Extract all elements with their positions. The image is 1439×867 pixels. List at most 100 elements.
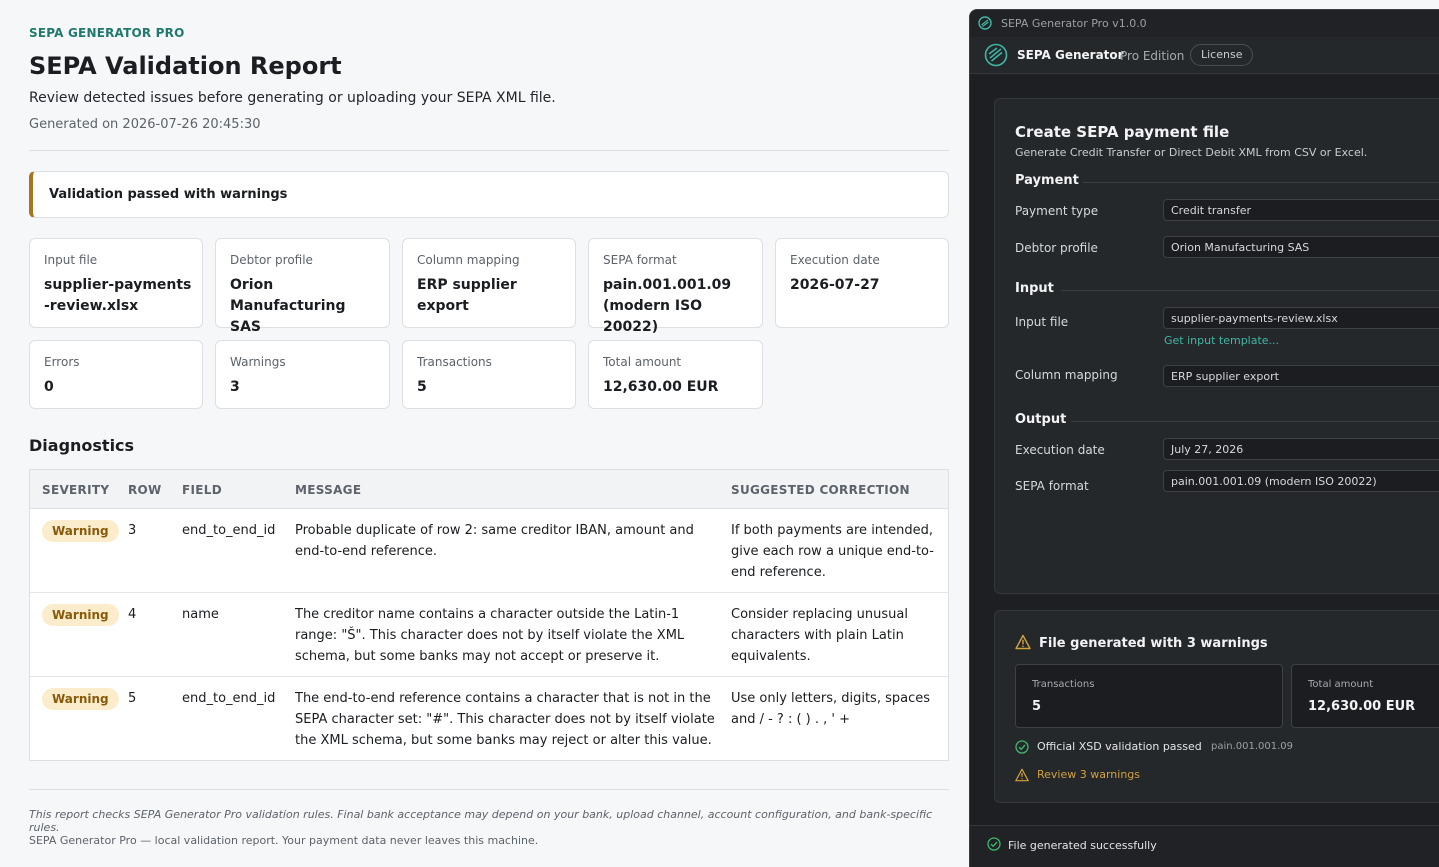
window-titlebar[interactable]: SEPA Generator Pro v1.0.0 xyxy=(970,10,1439,37)
summary-card-sepa-format: SEPA format pain.001.001.09 (modern ISO … xyxy=(588,238,763,335)
execution-date-value: July 27, 2026 xyxy=(1171,443,1244,456)
section-divider xyxy=(1061,290,1439,291)
card-value: 2026-07-27 xyxy=(790,277,880,293)
column-mapping-label: Column mapping xyxy=(1015,368,1118,382)
field-name: end_to_end_id xyxy=(182,691,276,706)
card-label: Transactions xyxy=(417,355,492,369)
table-row: Warning 3 end_to_end_id Probable duplica… xyxy=(30,509,948,593)
card-value: 5 xyxy=(417,379,427,395)
input-file-field[interactable]: supplier-payments-review.xlsx xyxy=(1163,307,1439,329)
severity-badge: Warning xyxy=(42,688,119,710)
card-label: Debtor profile xyxy=(230,253,313,267)
create-payment-panel: Create SEPA payment file Generate Credit… xyxy=(994,98,1439,594)
diagnostics-table: SEVERITY ROW FIELD MESSAGE SUGGESTED COR… xyxy=(29,469,949,761)
status-text: File generated successfully xyxy=(1008,839,1157,852)
summary-card-warnings: Warnings 3 xyxy=(215,340,390,409)
col-field: FIELD xyxy=(182,483,222,497)
card-label: Input file xyxy=(44,253,98,267)
xsd-validation-text: Official XSD validation passed xyxy=(1037,740,1202,753)
column-mapping-select[interactable]: ERP supplier export xyxy=(1163,365,1439,387)
report-title: SEPA Validation Report xyxy=(29,52,342,80)
section-input: Input xyxy=(1015,281,1054,296)
section-output: Output xyxy=(1015,412,1067,427)
app-name: SEPA Generator xyxy=(1017,48,1124,62)
field-name: name xyxy=(182,607,219,622)
stat-value: 12,630.00 EUR xyxy=(1308,699,1416,714)
col-severity: SEVERITY xyxy=(42,483,110,497)
summary-card-execution-date: Execution date 2026-07-27 xyxy=(775,238,949,328)
report-subtitle: Review detected issues before generating… xyxy=(29,90,556,106)
result-title: File generated with 3 warnings xyxy=(1039,636,1268,651)
stat-label: Transactions xyxy=(1032,679,1095,690)
debtor-profile-label: Debtor profile xyxy=(1015,241,1098,255)
validation-status-banner: Validation passed with warnings xyxy=(29,171,949,218)
card-value: pain.001.001.09 (modern ISO 20022) xyxy=(603,277,732,335)
table-row: Warning 5 end_to_end_id The end-to-end r… xyxy=(30,677,948,761)
card-label: Column mapping xyxy=(417,253,520,267)
app-header: SEPA Generator Pro Edition License xyxy=(970,37,1439,74)
section-divider xyxy=(1083,182,1439,183)
sepa-format-select[interactable]: pain.001.001.09 (modern ISO 20022) xyxy=(1163,470,1439,492)
sepa-format-value: pain.001.001.09 (modern ISO 20022) xyxy=(1171,475,1377,488)
table-header: SEVERITY ROW FIELD MESSAGE SUGGESTED COR… xyxy=(30,470,948,509)
suggested-correction: If both payments are intended, give each… xyxy=(731,523,934,580)
divider xyxy=(29,150,949,151)
stat-total-amount: Total amount 12,630.00 EUR xyxy=(1291,664,1439,728)
card-value: 12,630.00 EUR xyxy=(603,379,719,395)
summary-card-transactions: Transactions 5 xyxy=(402,340,576,409)
validation-report: SEPA GENERATOR PRO SEPA Validation Repor… xyxy=(29,0,949,867)
summary-card-debtor-profile: Debtor profile Orion Manufacturing SAS xyxy=(215,238,390,335)
card-label: Errors xyxy=(44,355,80,369)
execution-date-picker[interactable]: July 27, 2026 xyxy=(1163,438,1439,460)
panel-subtitle: Generate Credit Transfer or Direct Debit… xyxy=(1015,146,1368,159)
card-label: Warnings xyxy=(230,355,286,369)
app-edition: Pro Edition xyxy=(1120,49,1185,63)
row-number: 3 xyxy=(128,523,137,538)
footer-note: SEPA Generator Pro — local validation re… xyxy=(29,834,539,847)
card-value: 0 xyxy=(44,379,54,395)
license-button[interactable]: License xyxy=(1190,44,1254,66)
execution-date-label: Execution date xyxy=(1015,443,1105,457)
input-file-label: Input file xyxy=(1015,315,1069,329)
payment-type-select[interactable]: Credit transfer xyxy=(1163,199,1439,221)
message: The creditor name contains a character o… xyxy=(295,607,685,664)
section-divider xyxy=(1071,421,1439,422)
app-logo-icon xyxy=(984,43,1008,67)
review-warnings-text[interactable]: Review 3 warnings xyxy=(1037,768,1140,781)
stat-label: Total amount xyxy=(1308,679,1374,690)
debtor-profile-select[interactable]: Orion Manufacturing SAS xyxy=(1163,236,1439,258)
sepa-format-label: SEPA format xyxy=(1015,479,1089,493)
panel-title: Create SEPA payment file xyxy=(1015,123,1230,141)
col-suggested-correction: SUGGESTED CORRECTION xyxy=(731,483,910,497)
debtor-profile-value: Orion Manufacturing SAS xyxy=(1171,241,1310,254)
stat-transactions: Transactions 5 xyxy=(1015,664,1283,728)
check-circle-icon xyxy=(1015,740,1029,754)
input-file-value: supplier-payments-review.xlsx xyxy=(1171,312,1338,325)
message: Probable duplicate of row 2: same credit… xyxy=(295,523,694,559)
get-input-template-link[interactable]: Get input template... xyxy=(1164,334,1279,347)
severity-badge: Warning xyxy=(42,520,119,542)
window-title: SEPA Generator Pro v1.0.0 xyxy=(1001,17,1147,30)
col-row: ROW xyxy=(128,483,162,497)
status-bar: File generated successfully xyxy=(970,825,1439,867)
card-label: Total amount xyxy=(603,355,682,369)
column-mapping-value: ERP supplier export xyxy=(1171,370,1279,383)
card-label: SEPA format xyxy=(603,253,677,267)
generated-timestamp: Generated on 2026-07-26 20:45:30 xyxy=(29,117,261,132)
app-window: SEPA Generator Pro v1.0.0 SEPA Generator… xyxy=(969,9,1439,867)
severity-badge: Warning xyxy=(42,604,119,626)
row-number: 4 xyxy=(128,607,137,622)
report-brand: SEPA GENERATOR PRO xyxy=(29,26,185,40)
summary-card-errors: Errors 0 xyxy=(29,340,203,409)
suggested-correction: Consider replacing unusual characters wi… xyxy=(731,607,908,664)
generation-result-panel: File generated with 3 warnings Transacti… xyxy=(994,610,1439,803)
xsd-format: pain.001.001.09 xyxy=(1211,741,1294,752)
col-message: MESSAGE xyxy=(295,483,362,497)
card-label: Execution date xyxy=(790,253,880,267)
message: The end-to-end reference contains a char… xyxy=(295,691,715,748)
divider xyxy=(29,789,949,790)
warning-icon xyxy=(1015,768,1029,782)
card-value: Orion Manufacturing SAS xyxy=(230,277,346,335)
card-value: ERP supplier export xyxy=(417,277,517,314)
card-value: supplier-payments-review.xlsx xyxy=(44,277,192,314)
